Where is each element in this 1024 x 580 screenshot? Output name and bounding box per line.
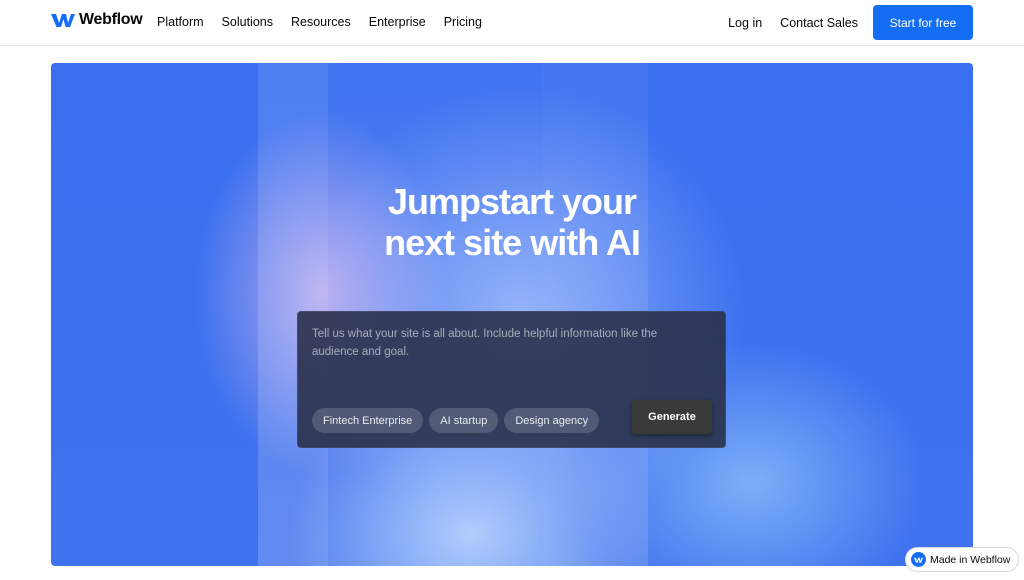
webflow-logo-icon <box>51 12 75 28</box>
login-link[interactable]: Log in <box>728 16 762 30</box>
nav-link-solutions[interactable]: Solutions <box>222 15 273 29</box>
logo-text: Webflow <box>79 11 143 28</box>
headline-line-2: next site with AI <box>384 222 641 263</box>
hero-headline: Jumpstart your next site with AI <box>51 181 973 263</box>
nav-links: Platform Solutions Resources Enterprise … <box>157 15 500 29</box>
nav-link-platform[interactable]: Platform <box>157 15 204 29</box>
nav-link-resources[interactable]: Resources <box>291 15 351 29</box>
badge-label: Made in Webflow <box>930 553 1011 566</box>
contact-sales-link[interactable]: Contact Sales <box>780 16 858 30</box>
top-nav: Webflow Platform Solutions Resources Ent… <box>0 0 1024 46</box>
webflow-logo[interactable]: Webflow <box>51 11 143 29</box>
generate-button[interactable]: Generate <box>632 400 712 434</box>
start-for-free-button[interactable]: Start for free <box>873 5 973 40</box>
chip-ai-startup[interactable]: AI startup <box>429 408 499 433</box>
nav-link-enterprise[interactable]: Enterprise <box>369 15 426 29</box>
nav-right: Log in Contact Sales Start for free <box>728 5 973 40</box>
headline-line-1: Jumpstart your <box>387 181 637 222</box>
suggestion-chips: Fintech Enterprise AI startup Design age… <box>312 408 600 433</box>
ai-prompt-box: Fintech Enterprise AI startup Design age… <box>297 311 726 448</box>
site-description-input[interactable] <box>312 325 692 373</box>
chip-design-agency[interactable]: Design agency <box>504 408 600 433</box>
made-in-webflow-badge[interactable]: Made in Webflow <box>905 547 1020 572</box>
hero-section: Jumpstart your next site with AI Fintech… <box>51 63 973 566</box>
nav-link-pricing[interactable]: Pricing <box>444 15 482 29</box>
chip-fintech-enterprise[interactable]: Fintech Enterprise <box>312 408 424 433</box>
webflow-badge-icon <box>911 552 926 567</box>
